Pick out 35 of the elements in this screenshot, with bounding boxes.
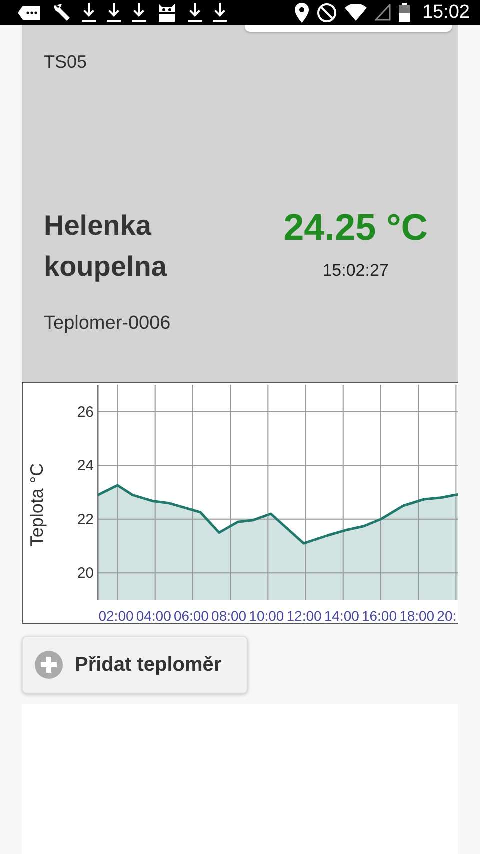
x-tick-label: 16:00 [362,608,398,623]
download-icon [82,2,96,22]
x-tick-label: 18:00 [400,608,435,623]
reading-time: 15:02:27 [322,261,389,281]
x-tick-label: 12:00 [286,608,322,623]
sensor-name: Helenka koupelna [44,209,168,284]
download-icon [107,2,121,22]
y-tick-label: 22 [77,511,94,528]
android-icon [157,4,177,22]
status-time: 15:02 [422,2,470,24]
message-icon [18,6,40,20]
sensor-code: TS05 [44,52,88,73]
x-tick-label: 14:00 [324,608,360,623]
location-icon [295,2,310,22]
x-tick-label: 20: [437,608,457,623]
plus-icon [35,651,63,679]
download-icon [132,2,146,22]
y-tick-label: 20 [77,565,94,582]
add-thermometer-button[interactable]: Přidat teploměr [22,636,248,694]
signal-icon [375,4,392,21]
device-name: Teplomer-0006 [44,313,172,335]
y-tick-label: 26 [77,404,94,421]
x-tick-label: 02:00 [98,608,134,623]
y-axis-label: Teplota °C [27,463,47,547]
y-tick-label: 24 [77,458,94,475]
block-icon [317,2,338,22]
temperature-value: 24.25 °C [284,206,428,250]
download-icon [188,2,202,22]
battery-icon [399,3,410,22]
x-tick-label: 04:00 [136,608,172,623]
x-tick-label: 08:00 [212,608,247,623]
download-icon [213,2,227,22]
wifi-icon [345,4,368,21]
x-tick-label: 10:00 [249,608,284,623]
x-tick-label: 06:00 [174,608,209,623]
